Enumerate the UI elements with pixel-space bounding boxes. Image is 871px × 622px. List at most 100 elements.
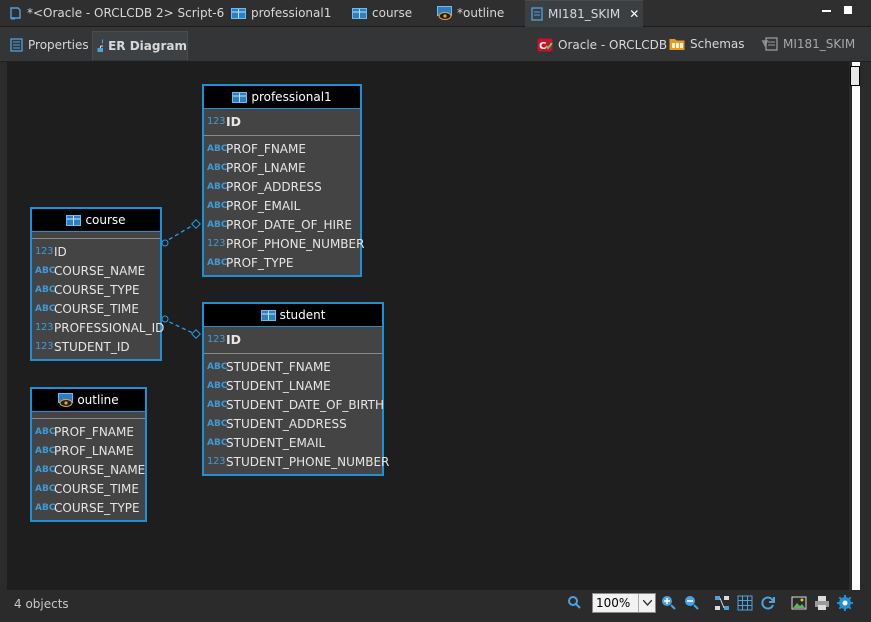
tab-label: course xyxy=(372,6,413,20)
column-row[interactable]: 123 PROF_PHONE_NUMBER xyxy=(204,234,364,253)
table-icon xyxy=(232,92,248,103)
chevron-down-icon[interactable] xyxy=(638,594,655,612)
string-type-icon: ABC xyxy=(207,257,228,268)
column-row[interactable]: 123 PROFESSIONAL_ID xyxy=(32,318,164,337)
zoom-select[interactable]: 100% xyxy=(592,593,656,613)
primary-key-section: 123 ID xyxy=(204,109,360,136)
tab-properties[interactable]: Properties xyxy=(10,31,90,59)
key-column-row[interactable]: 123 ID xyxy=(204,112,360,131)
schema-icon xyxy=(765,37,778,51)
close-icon[interactable]: ✕ xyxy=(629,7,639,21)
entity-course[interactable]: course 123 ID ABC COURSE_NAME ABC COURSE_TYPE A… xyxy=(30,207,164,361)
column-row[interactable]: 123 STUDENT_ID xyxy=(32,337,160,356)
entity-outline[interactable]: outline ABC PROF_FNAME ABC PROF_LNAME ABC COUR… xyxy=(30,387,147,522)
scroll-thumb[interactable] xyxy=(850,66,860,86)
column-name: STUDENT_PHONE_NUMBER xyxy=(226,454,390,469)
properties-icon xyxy=(10,38,23,52)
breadcrumb-label: Oracle - ORCLCDB xyxy=(558,38,668,52)
column-row[interactable]: ABC STUDENT_LNAME xyxy=(204,376,382,395)
entity-header[interactable]: professional1 xyxy=(204,86,360,109)
numeric-type-icon: 123 xyxy=(35,246,54,257)
column-row[interactable]: ABC COURSE_TIME xyxy=(32,299,160,318)
minimize-icon[interactable] xyxy=(820,4,834,18)
layout-icon[interactable] xyxy=(714,595,730,611)
refresh-icon[interactable] xyxy=(760,595,776,611)
column-name: PROF_DATE_OF_HIRE xyxy=(226,217,352,232)
oracle-connection-icon: C xyxy=(537,38,553,52)
string-type-icon: ABC xyxy=(35,483,56,494)
string-type-icon: ABC xyxy=(35,265,56,276)
column-row[interactable]: ABC PROF_LNAME xyxy=(204,158,360,177)
er-diagram-canvas[interactable]: professional1 123 ID ABC PROF_FNAME ABC PROF_L… xyxy=(7,62,849,590)
editor-tab-bar: *<Oracle - ORCLCDB 2> Script-6 professio… xyxy=(0,0,871,27)
column-name: STUDENT_ID xyxy=(54,339,130,354)
breadcrumb-label: Schemas xyxy=(690,37,745,51)
column-row[interactable]: ABC PROF_EMAIL xyxy=(204,196,360,215)
column-row[interactable]: ABC STUDENT_FNAME xyxy=(204,357,382,376)
relation-end-marker xyxy=(191,219,201,229)
tab-professional1[interactable]: professional1 xyxy=(231,0,336,26)
tab-label: MI181_SKIM xyxy=(548,7,621,21)
column-row[interactable]: ABC STUDENT_EMAIL xyxy=(204,433,382,452)
column-row[interactable]: ABC PROF_FNAME xyxy=(204,139,360,158)
string-type-icon: ABC xyxy=(207,143,228,154)
entity-header[interactable]: student xyxy=(204,304,382,327)
breadcrumb-connection[interactable]: C Oracle - ORCLCDB xyxy=(537,37,667,53)
search-icon[interactable] xyxy=(567,595,583,611)
numeric-type-icon: 123 xyxy=(207,238,226,249)
tab-script-6[interactable]: *<Oracle - ORCLCDB 2> Script-6 xyxy=(8,0,224,26)
tab-course[interactable]: course xyxy=(352,0,422,26)
vertical-scrollbar[interactable] xyxy=(849,62,863,590)
print-icon[interactable] xyxy=(814,595,830,611)
tab-mi181-skim[interactable]: MI181_SKIM ✕ xyxy=(525,0,643,27)
tab-er-diagram[interactable]: ER Diagram xyxy=(92,31,188,60)
zoom-out-icon[interactable] xyxy=(684,595,700,611)
key-column-row[interactable]: 123 ID xyxy=(204,330,382,349)
settings-icon[interactable] xyxy=(837,595,853,611)
column-row[interactable]: ABC COURSE_NAME xyxy=(32,460,145,479)
grid-icon[interactable] xyxy=(737,595,753,611)
zoom-in-icon[interactable] xyxy=(661,595,677,611)
columns-section: ABC PROF_FNAME ABC PROF_LNAME ABC COURSE_NAME… xyxy=(32,419,145,520)
maximize-icon[interactable] xyxy=(842,4,856,18)
schemas-folder-icon xyxy=(669,39,685,50)
numeric-type-icon: 123 xyxy=(35,341,54,352)
column-row[interactable]: ABC STUDENT_ADDRESS xyxy=(204,414,382,433)
svg-text:C: C xyxy=(539,41,546,52)
entity-header[interactable]: outline xyxy=(32,389,145,412)
relation-end-marker xyxy=(161,239,169,247)
column-row[interactable]: 123 ID xyxy=(32,242,160,261)
relation-course-professional1[interactable] xyxy=(162,223,196,244)
column-row[interactable]: ABC COURSE_NAME xyxy=(32,261,160,280)
breadcrumb-schemas[interactable]: Schemas ▼ xyxy=(669,37,768,51)
entity-professional1[interactable]: professional1 123 ID ABC PROF_FNAME ABC PROF_L… xyxy=(202,84,364,277)
string-type-icon: ABC xyxy=(207,162,228,173)
string-type-icon: ABC xyxy=(35,426,56,437)
key-separator xyxy=(32,232,160,239)
column-row[interactable]: ABC PROF_TYPE xyxy=(204,253,360,272)
entity-header[interactable]: course xyxy=(32,209,160,232)
primary-key-section: 123 ID xyxy=(204,327,382,354)
column-row[interactable]: ABC COURSE_TIME xyxy=(32,479,145,498)
column-name: COURSE_TIME xyxy=(54,481,139,496)
tab-outline[interactable]: *outline xyxy=(437,0,517,26)
column-row[interactable]: ABC PROF_LNAME xyxy=(32,441,145,460)
column-name: STUDENT_LNAME xyxy=(226,378,331,393)
column-row[interactable]: ABC PROF_DATE_OF_HIRE xyxy=(204,215,360,234)
columns-section: 123 ID ABC COURSE_NAME ABC COURSE_TYPE ABC COUR… xyxy=(32,239,164,359)
column-row[interactable]: ABC COURSE_TYPE xyxy=(32,498,145,517)
column-row[interactable]: ABC COURSE_TYPE xyxy=(32,280,160,299)
entity-student[interactable]: student 123 ID ABC STUDENT_FNAME ABC STUDENT_L… xyxy=(202,302,389,476)
column-row[interactable]: ABC PROF_FNAME xyxy=(32,422,145,441)
column-row[interactable]: ABC PROF_ADDRESS xyxy=(204,177,360,196)
column-row[interactable]: ABC STUDENT_DATE_OF_BIRTH xyxy=(204,395,384,414)
export-image-icon[interactable] xyxy=(791,595,807,611)
column-name: PROF_FNAME xyxy=(226,141,306,156)
breadcrumb-schema[interactable]: MI181_SKIM xyxy=(765,37,855,51)
string-type-icon: ABC xyxy=(207,181,228,192)
scroll-track[interactable] xyxy=(852,62,860,590)
relation-course-student[interactable] xyxy=(162,318,196,335)
column-row[interactable]: 123 STUDENT_PHONE_NUMBER xyxy=(204,452,389,471)
column-name: PROF_LNAME xyxy=(226,160,306,175)
key-separator xyxy=(32,412,145,419)
